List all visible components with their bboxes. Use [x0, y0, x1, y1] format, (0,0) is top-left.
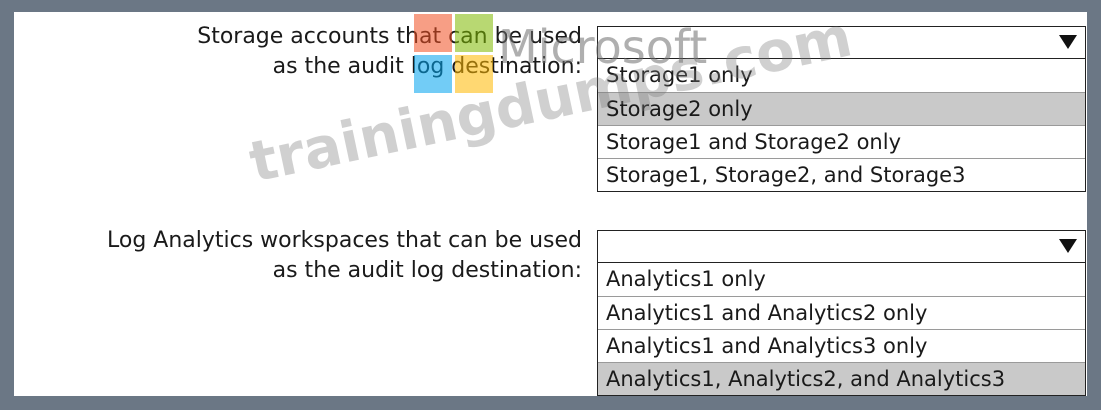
- analytics-options-list: Analytics1 only Analytics1 and Analytics…: [597, 263, 1086, 396]
- option-analytics1-and-analytics2[interactable]: Analytics1 and Analytics2 only: [598, 296, 1085, 329]
- analytics-dropdown[interactable]: Analytics1 only Analytics1 and Analytics…: [597, 230, 1086, 396]
- option-analytics1-analytics2-analytics3[interactable]: Analytics1, Analytics2, and Analytics3: [598, 362, 1085, 395]
- analytics-select-box[interactable]: [597, 230, 1086, 263]
- option-analytics1-and-analytics3[interactable]: Analytics1 and Analytics3 only: [598, 329, 1085, 362]
- triangle-down-icon[interactable]: [1055, 30, 1081, 54]
- question-label: Log Analytics workspaces that can be use…: [107, 226, 582, 286]
- brand-watermark: Microsoft: [498, 20, 708, 74]
- option-storage1-storage2-storage3[interactable]: Storage1, Storage2, and Storage3: [598, 158, 1085, 191]
- option-storage2-only[interactable]: Storage2 only: [598, 92, 1085, 125]
- label-line-1: Log Analytics workspaces that can be use…: [107, 228, 582, 253]
- storage-options-list: Storage1 only Storage2 only Storage1 and…: [597, 59, 1086, 192]
- answer-area: Storage accounts that can be used as the…: [14, 4, 1087, 396]
- microsoft-logo-watermark: [414, 14, 494, 94]
- label-line-2: as the audit log destination:: [272, 258, 582, 283]
- option-storage1-and-storage2[interactable]: Storage1 and Storage2 only: [598, 125, 1085, 158]
- option-analytics1-only[interactable]: Analytics1 only: [598, 263, 1085, 296]
- triangle-down-icon[interactable]: [1055, 234, 1081, 258]
